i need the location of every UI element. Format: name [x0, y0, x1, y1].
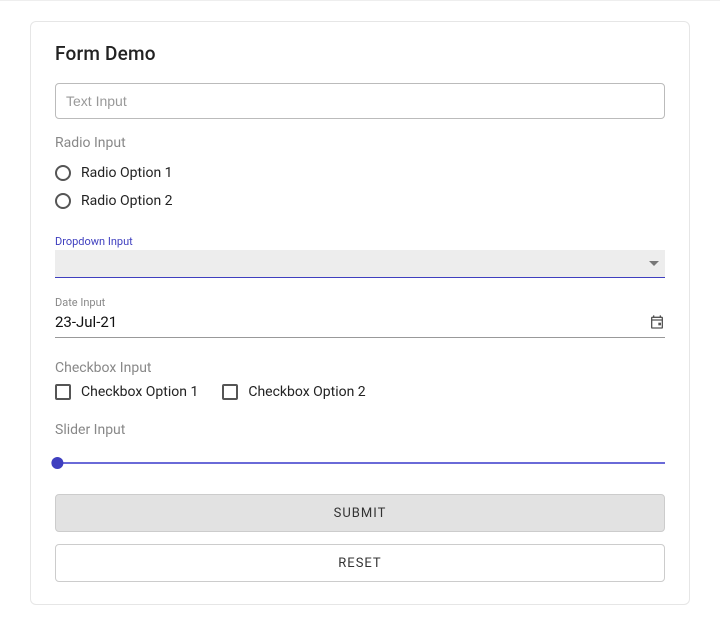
date-input[interactable]: 23-Jul-21 — [55, 311, 665, 338]
checkbox-option-label: Checkbox Option 1 — [81, 384, 198, 400]
slider-label: Slider Input — [55, 422, 665, 438]
chevron-down-icon — [649, 261, 659, 266]
slider-input[interactable] — [55, 462, 665, 464]
slider-thumb[interactable] — [51, 457, 63, 469]
calendar-icon — [649, 314, 665, 330]
dropdown-group: Dropdown Input — [55, 235, 665, 278]
form-card: Form Demo Radio Input Radio Option 1 Rad… — [30, 21, 690, 605]
radio-group: Radio Input Radio Option 1 Radio Option … — [55, 135, 665, 215]
reset-button[interactable]: RESET — [55, 544, 665, 582]
page-title: Form Demo — [55, 42, 665, 65]
radio-label: Radio Input — [55, 135, 665, 151]
checkbox-label: Checkbox Input — [55, 360, 665, 376]
date-label: Date Input — [55, 296, 665, 309]
dropdown-input[interactable] — [55, 250, 665, 278]
radio-option-2[interactable]: Radio Option 2 — [55, 187, 665, 215]
radio-option-label: Radio Option 1 — [81, 165, 173, 181]
date-group: Date Input 23-Jul-21 — [55, 296, 665, 338]
date-value: 23-Jul-21 — [55, 313, 117, 331]
radio-icon — [55, 193, 71, 209]
checkbox-icon — [222, 384, 238, 400]
submit-button[interactable]: SUBMIT — [55, 494, 665, 532]
dropdown-label: Dropdown Input — [55, 235, 665, 248]
radio-icon — [55, 165, 71, 181]
checkbox-option-label: Checkbox Option 2 — [248, 384, 365, 400]
checkbox-option-1[interactable]: Checkbox Option 1 — [55, 384, 198, 400]
slider-group: Slider Input — [55, 422, 665, 464]
radio-option-1[interactable]: Radio Option 1 — [55, 159, 665, 187]
checkbox-icon — [55, 384, 71, 400]
radio-option-label: Radio Option 2 — [81, 193, 173, 209]
checkbox-option-2[interactable]: Checkbox Option 2 — [222, 384, 365, 400]
checkbox-group: Checkbox Input Checkbox Option 1 Checkbo… — [55, 360, 665, 400]
text-input[interactable] — [55, 83, 665, 119]
